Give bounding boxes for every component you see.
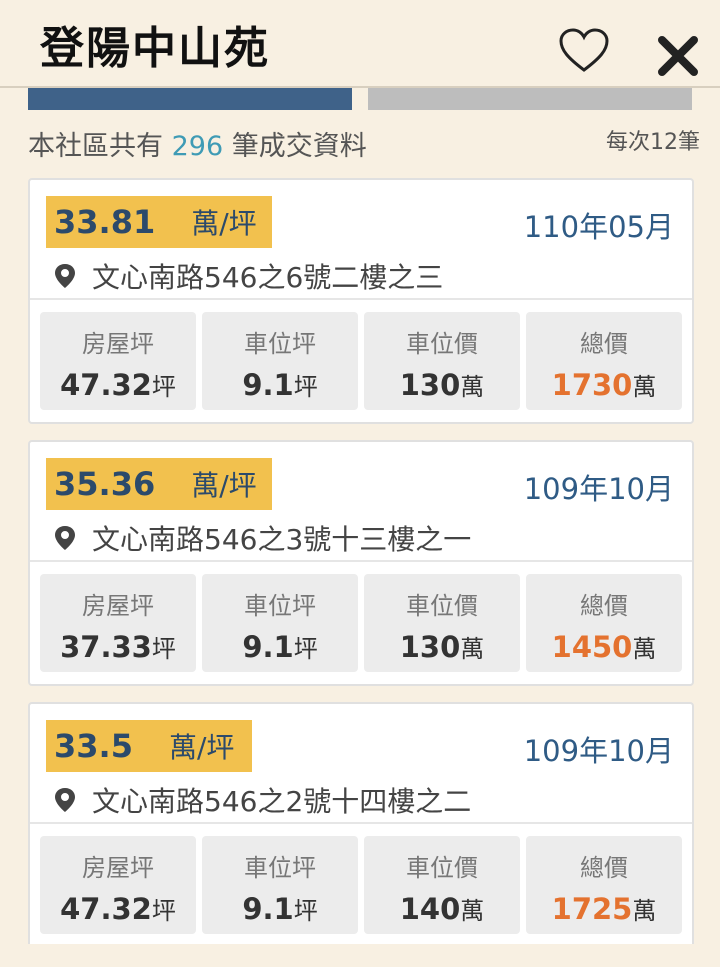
divider xyxy=(30,298,692,300)
listing-card[interactable]: 33.81 萬/坪 110年05月 文心南路546之6號二樓之三 房屋坪 47.… xyxy=(28,178,694,424)
stat-label: 車位價 xyxy=(406,854,478,882)
stat-value: 1725 xyxy=(551,892,633,926)
stat-unit: 坪 xyxy=(151,635,176,663)
stat-value: 9.1 xyxy=(242,368,294,402)
transaction-date: 109年10月 xyxy=(523,472,674,506)
stat-label: 總價 xyxy=(580,592,628,620)
progress-remaining xyxy=(368,88,692,110)
stat-total-price: 總價 1730萬 xyxy=(526,312,682,410)
map-pin-icon xyxy=(55,264,75,288)
unit-price-unit: 萬/坪 xyxy=(168,731,235,764)
close-icon[interactable] xyxy=(656,34,700,78)
stat-value: 9.1 xyxy=(242,892,294,926)
stat-label: 車位價 xyxy=(406,330,478,358)
unit-price-unit: 萬/坪 xyxy=(191,469,257,502)
listing-card[interactable]: 35.36 萬/坪 109年10月 文心南路546之3號十三樓之一 房屋坪 37… xyxy=(28,440,694,686)
stat-unit: 坪 xyxy=(151,897,176,925)
transaction-date: 110年05月 xyxy=(523,210,674,244)
divider xyxy=(30,560,692,562)
per-page-label: 每次12筆 xyxy=(606,130,700,155)
unit-price-unit: 萬/坪 xyxy=(191,207,257,240)
stat-parking-price: 車位價 130萬 xyxy=(364,312,520,410)
heart-icon[interactable] xyxy=(558,28,610,74)
stat-value: 1450 xyxy=(551,630,633,664)
stat-value: 130 xyxy=(399,368,461,402)
map-pin-icon xyxy=(55,526,75,550)
page-title: 登陽中山苑 xyxy=(40,23,270,74)
stat-value: 9.1 xyxy=(242,630,294,664)
address: 文心南路546之2號十四樓之二 xyxy=(54,780,471,820)
address-text: 文心南路546之3號十三樓之一 xyxy=(92,523,472,556)
stat-unit: 坪 xyxy=(151,373,176,401)
summary-suffix: 筆成交資料 xyxy=(231,131,367,162)
stat-unit: 坪 xyxy=(293,897,318,925)
stats-row: 房屋坪 47.32坪 車位坪 9.1坪 車位價 130萬 總價 1730萬 xyxy=(40,312,682,410)
stat-value: 47.32 xyxy=(60,892,152,926)
summary-text: 本社區共有 296 筆成交資料 xyxy=(28,124,367,163)
address: 文心南路546之3號十三樓之一 xyxy=(54,518,471,558)
stat-unit: 萬 xyxy=(632,635,657,663)
stat-unit: 萬 xyxy=(460,897,485,925)
stat-label: 房屋坪 xyxy=(82,854,154,882)
unit-price-value: 35.36 xyxy=(54,465,156,503)
stat-parking-area: 車位坪 9.1坪 xyxy=(202,312,358,410)
stat-label: 總價 xyxy=(580,854,628,882)
stat-label: 房屋坪 xyxy=(82,330,154,358)
stat-house-area: 房屋坪 47.32坪 xyxy=(40,836,196,934)
address-text: 文心南路546之2號十四樓之二 xyxy=(92,785,472,818)
header: 登陽中山苑 xyxy=(0,0,720,88)
stat-parking-area: 車位坪 9.1坪 xyxy=(202,836,358,934)
stat-house-area: 房屋坪 37.33坪 xyxy=(40,574,196,672)
unit-price-badge: 33.5 萬/坪 xyxy=(46,720,252,772)
stat-unit: 萬 xyxy=(632,897,657,925)
record-count: 296 xyxy=(171,131,224,162)
stat-unit: 萬 xyxy=(632,373,657,401)
stat-unit: 萬 xyxy=(460,635,485,663)
stat-label: 車位坪 xyxy=(244,592,316,620)
address-text: 文心南路546之6號二樓之三 xyxy=(92,261,444,294)
address: 文心南路546之6號二樓之三 xyxy=(54,256,443,296)
map-pin-icon xyxy=(55,788,75,812)
stat-label: 車位坪 xyxy=(244,854,316,882)
unit-price-badge: 35.36 萬/坪 xyxy=(46,458,272,510)
stat-unit: 坪 xyxy=(293,373,318,401)
stat-value: 130 xyxy=(399,630,461,664)
listing-card[interactable]: 33.5 萬/坪 109年10月 文心南路546之2號十四樓之二 房屋坪 47.… xyxy=(28,702,694,944)
stat-house-area: 房屋坪 47.32坪 xyxy=(40,312,196,410)
transaction-date: 109年10月 xyxy=(523,734,674,768)
unit-price-value: 33.81 xyxy=(54,203,156,241)
stat-value: 37.33 xyxy=(60,630,152,664)
stat-label: 房屋坪 xyxy=(82,592,154,620)
stat-label: 車位坪 xyxy=(244,330,316,358)
stat-label: 車位價 xyxy=(406,592,478,620)
unit-price-value: 33.5 xyxy=(54,727,133,765)
summary-prefix: 本社區共有 xyxy=(28,131,163,162)
stats-row: 房屋坪 37.33坪 車位坪 9.1坪 車位價 130萬 總價 1450萬 xyxy=(40,574,682,672)
progress-filled xyxy=(28,88,352,110)
stat-parking-price: 車位價 140萬 xyxy=(364,836,520,934)
stat-unit: 萬 xyxy=(460,373,485,401)
stats-row: 房屋坪 47.32坪 車位坪 9.1坪 車位價 140萬 總價 1725萬 xyxy=(40,836,682,934)
stat-total-price: 總價 1725萬 xyxy=(526,836,682,934)
unit-price-badge: 33.81 萬/坪 xyxy=(46,196,272,248)
stat-total-price: 總價 1450萬 xyxy=(526,574,682,672)
stat-parking-area: 車位坪 9.1坪 xyxy=(202,574,358,672)
divider xyxy=(30,822,692,824)
stat-value: 47.32 xyxy=(60,368,152,402)
stat-value: 1730 xyxy=(551,368,633,402)
stat-value: 140 xyxy=(399,892,461,926)
stat-label: 總價 xyxy=(580,330,628,358)
stat-parking-price: 車位價 130萬 xyxy=(364,574,520,672)
stat-unit: 坪 xyxy=(293,635,318,663)
